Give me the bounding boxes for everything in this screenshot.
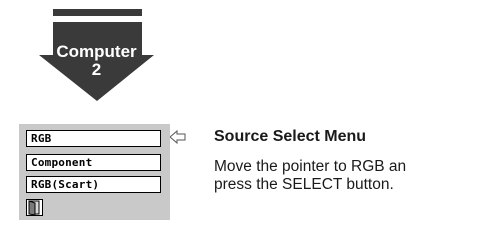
menu-description: Move the pointer to RGB an press the SEL… [214,158,487,194]
left-arrow-pointer-icon [170,130,186,144]
computer-label-line2: 2 [91,60,102,79]
menu-title: Source Select Menu [214,128,367,145]
menu-description-line1: Move the pointer to RGB an [214,158,407,175]
menu-description-line2: press the SELECT button. [214,176,394,193]
computer-2-input-arrow: Computer 2 [39,9,154,101]
computer-label-line1: Computer [56,42,137,61]
menu-item-component[interactable]: Component [26,154,161,171]
exit-door-icon[interactable] [26,199,43,216]
menu-item-rgb[interactable]: RGB [26,130,161,147]
source-select-menu: RGB Component RGB(Scart) [19,124,186,220]
menu-item-rgb-scart[interactable]: RGB(Scart) [26,176,161,193]
computer-2-label: Computer 2 [39,43,154,79]
